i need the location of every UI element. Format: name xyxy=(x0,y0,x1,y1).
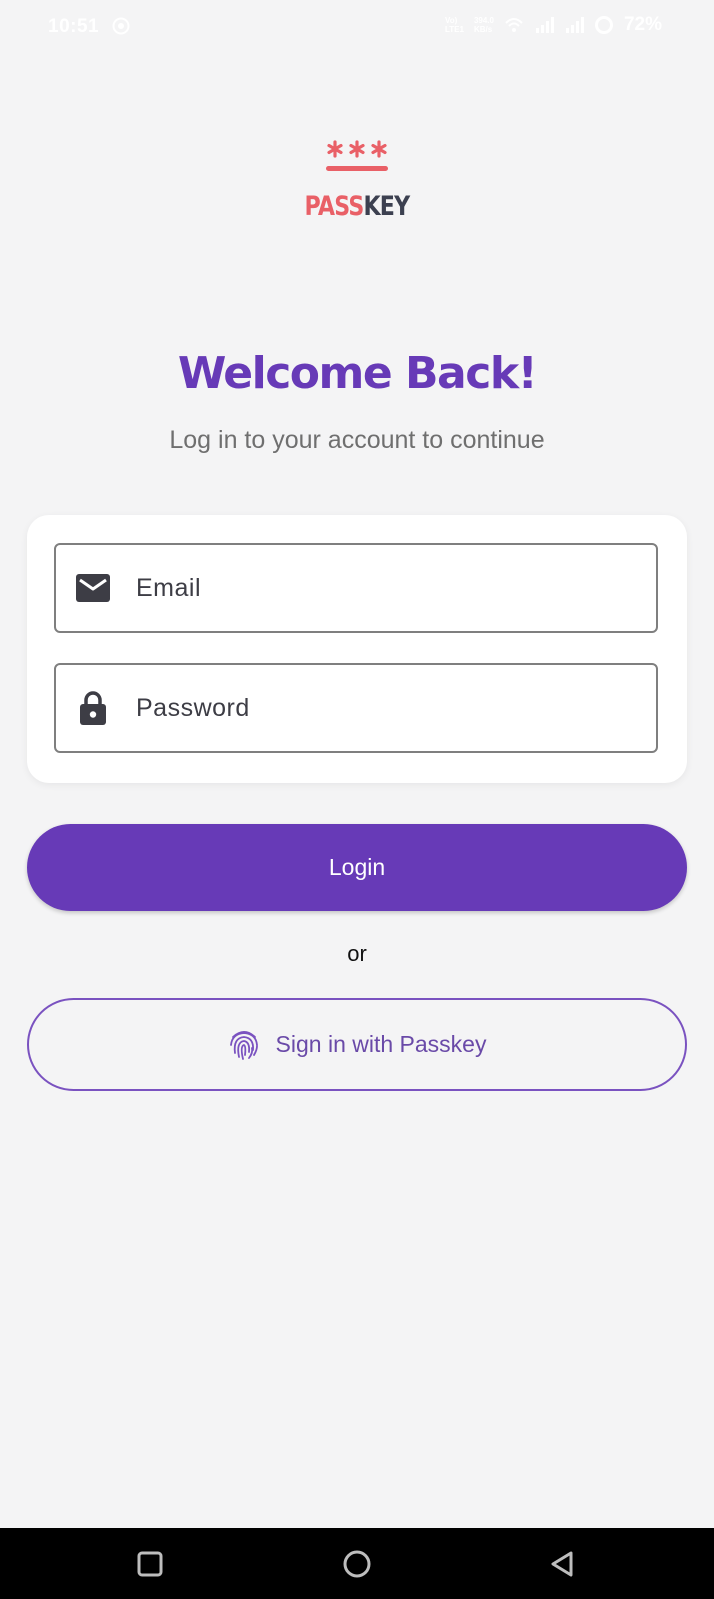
home-button[interactable] xyxy=(317,1528,397,1599)
login-button[interactable]: Login xyxy=(27,824,687,911)
app-notification-icon xyxy=(112,17,130,35)
asterisk-icon xyxy=(327,140,387,158)
recents-button[interactable] xyxy=(110,1528,190,1599)
password-input[interactable] xyxy=(134,692,638,724)
status-icons: Vo) LTE1 394.0 KB/s 72% xyxy=(445,14,662,36)
square-icon xyxy=(137,1551,163,1576)
lock-icon xyxy=(76,691,110,725)
logo-stars xyxy=(326,138,388,162)
login-form-card xyxy=(27,515,687,783)
email-input[interactable] xyxy=(134,572,638,604)
passkey-button-label: Sign in with Passkey xyxy=(275,1031,487,1057)
password-field[interactable] xyxy=(54,663,658,753)
or-separator: or xyxy=(347,941,367,966)
wifi-icon xyxy=(505,18,523,32)
back-button[interactable] xyxy=(522,1528,602,1599)
signal-icon xyxy=(535,17,554,33)
passkey-logo: PASSKEY xyxy=(0,138,714,222)
page-subtitle: Log in to your account to continue xyxy=(169,426,545,454)
network-speed: 394.0 KB/s xyxy=(473,16,494,34)
passkey-signin-button[interactable]: Sign in with Passkey xyxy=(27,998,687,1091)
page-title: Welcome Back! xyxy=(177,348,538,399)
fingerprint-icon xyxy=(229,1030,258,1060)
email-field[interactable] xyxy=(54,543,658,633)
battery-percent: 72% xyxy=(623,14,662,35)
mail-icon xyxy=(76,571,110,605)
signal-icon xyxy=(565,17,584,33)
system-nav-bar xyxy=(0,1528,714,1599)
status-time: 10:51 xyxy=(48,16,100,37)
logo-bar xyxy=(326,166,388,171)
status-bar: 10:51 Vo) LTE1 394.0 KB/s 72% xyxy=(0,0,714,56)
circle-icon xyxy=(343,1550,371,1577)
battery-icon xyxy=(594,16,613,34)
triangle-back-icon xyxy=(551,1551,573,1576)
logo-wordmark: PASSKEY xyxy=(304,191,411,222)
volte-indicator: Vo) LTE1 xyxy=(444,16,464,34)
